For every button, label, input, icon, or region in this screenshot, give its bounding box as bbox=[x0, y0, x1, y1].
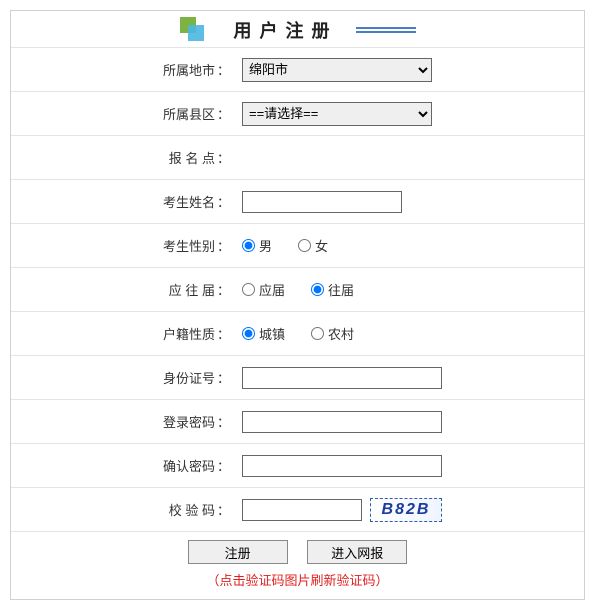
input-name[interactable] bbox=[242, 191, 402, 213]
row-hukou: 户籍性质： 城镇 农村 bbox=[11, 311, 584, 355]
label-city: 所属地市： bbox=[11, 60, 236, 79]
label-name: 考生姓名： bbox=[11, 192, 236, 211]
label-id: 身份证号： bbox=[11, 368, 236, 387]
radio-grad-past-label[interactable]: 往届 bbox=[311, 280, 354, 299]
row-county: 所属县区： ==请选择== bbox=[11, 91, 584, 135]
input-password[interactable] bbox=[242, 411, 442, 433]
label-gender: 考生性别： bbox=[11, 236, 236, 255]
input-id[interactable] bbox=[242, 367, 442, 389]
label-hukou: 户籍性质： bbox=[11, 324, 236, 343]
radio-grad-current-label[interactable]: 应届 bbox=[242, 280, 285, 299]
radio-hukou-rural-label[interactable]: 农村 bbox=[311, 324, 354, 343]
enter-button[interactable]: 进入网报 bbox=[307, 540, 407, 564]
input-captcha[interactable] bbox=[242, 499, 362, 521]
input-password-confirm[interactable] bbox=[242, 455, 442, 477]
radio-hukou-urban[interactable] bbox=[242, 327, 255, 340]
page-title: 用户注册 bbox=[234, 17, 338, 43]
row-name: 考生姓名： bbox=[11, 179, 584, 223]
label-password: 登录密码： bbox=[11, 412, 236, 431]
logo-icon bbox=[180, 17, 206, 43]
row-city: 所属地市： 绵阳市 bbox=[11, 47, 584, 91]
register-button[interactable]: 注册 bbox=[188, 540, 288, 564]
radio-gender-female-label[interactable]: 女 bbox=[298, 236, 328, 255]
row-grad: 应 往 届： 应届 往届 bbox=[11, 267, 584, 311]
radio-hukou-rural[interactable] bbox=[311, 327, 324, 340]
title-decoration bbox=[356, 27, 416, 33]
label-grad: 应 往 届： bbox=[11, 280, 236, 299]
label-site: 报 名 点： bbox=[11, 148, 236, 167]
captcha-image[interactable]: B82B bbox=[370, 498, 442, 522]
select-county[interactable]: ==请选择== bbox=[242, 102, 432, 126]
label-county: 所属县区： bbox=[11, 104, 236, 123]
row-password-confirm: 确认密码： bbox=[11, 443, 584, 487]
button-row: 注册 进入网报 bbox=[11, 531, 584, 568]
radio-gender-male-label[interactable]: 男 bbox=[242, 236, 272, 255]
row-gender: 考生性别： 男 女 bbox=[11, 223, 584, 267]
radio-hukou-urban-label[interactable]: 城镇 bbox=[242, 324, 285, 343]
registration-form: 用户注册 所属地市： 绵阳市 所属县区： ==请选择== 报 名 点： bbox=[10, 10, 585, 600]
radio-grad-current[interactable] bbox=[242, 283, 255, 296]
captcha-hint: （点击验证码图片刷新验证码） bbox=[11, 568, 584, 599]
row-site: 报 名 点： bbox=[11, 135, 584, 179]
radio-gender-male[interactable] bbox=[242, 239, 255, 252]
radio-gender-female[interactable] bbox=[298, 239, 311, 252]
row-id: 身份证号： bbox=[11, 355, 584, 399]
form-header: 用户注册 bbox=[11, 11, 584, 47]
select-city[interactable]: 绵阳市 bbox=[242, 58, 432, 82]
label-password-confirm: 确认密码： bbox=[11, 456, 236, 475]
label-captcha: 校 验 码： bbox=[11, 500, 236, 519]
radio-grad-past[interactable] bbox=[311, 283, 324, 296]
row-password: 登录密码： bbox=[11, 399, 584, 443]
row-captcha: 校 验 码： B82B bbox=[11, 487, 584, 531]
